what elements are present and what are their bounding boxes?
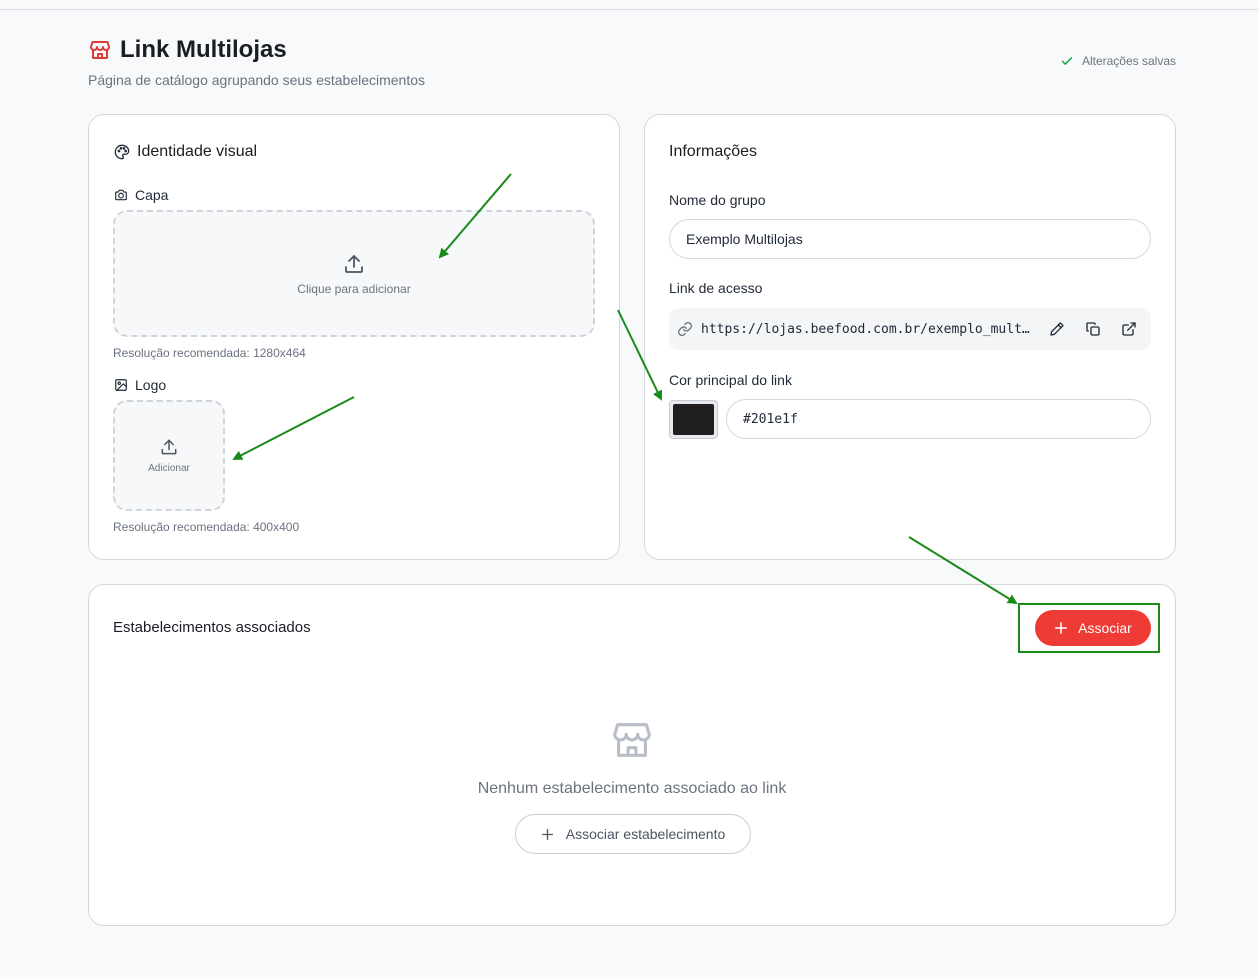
access-link-box: https://lojas.beefood.com.br/exemplo_mul…: [669, 308, 1151, 350]
cover-upload-text: Clique para adicionar: [297, 281, 411, 296]
camera-icon: [115, 189, 127, 201]
color-swatch-button[interactable]: [669, 400, 718, 439]
color-hex-input[interactable]: #201e1f: [726, 399, 1151, 439]
page-subtitle: Página de catálogo agrupando seus estabe…: [88, 72, 426, 88]
associate-button[interactable]: Associar: [1035, 610, 1151, 646]
logo-resolution-hint: Resolução recomendada: 400x400: [113, 520, 300, 534]
associate-establishment-button[interactable]: Associar estabelecimento: [515, 814, 751, 854]
associate-button-label: Associar: [1078, 620, 1132, 636]
saved-status: Alterações salvas: [1060, 54, 1176, 68]
upload-icon: [161, 439, 177, 455]
logo-upload-dropzone[interactable]: Adicionar: [113, 400, 225, 511]
logo-upload-text: Adicionar: [148, 463, 190, 474]
logo-label: Logo: [135, 377, 167, 393]
plus-icon: [541, 828, 553, 840]
page-title: Link Multilojas: [120, 36, 287, 63]
cover-label: Capa: [135, 187, 169, 203]
visual-identity-card: Identidade visual Capa Clique para adici…: [88, 114, 620, 560]
open-link-button[interactable]: [1115, 315, 1143, 343]
copy-icon: [1086, 322, 1100, 336]
pencil-icon: [1050, 322, 1064, 336]
saved-status-text: Alterações salvas: [1081, 54, 1176, 68]
copy-link-button[interactable]: [1079, 315, 1107, 343]
group-name-input[interactable]: Exemplo Multilojas: [669, 219, 1151, 259]
check-icon: [1061, 57, 1073, 65]
edit-link-button[interactable]: [1043, 315, 1071, 343]
color-swatch: [673, 404, 714, 435]
cover-resolution-hint: Resolução recomendada: 1280x464: [113, 346, 306, 360]
external-link-icon: [1122, 322, 1136, 336]
link-color-label: Cor principal do link: [669, 372, 792, 388]
visual-identity-title: Identidade visual: [137, 143, 258, 160]
associate-establishment-label: Associar estabelecimento: [565, 826, 726, 842]
establishments-card: Estabelecimentos associados Associar Nen…: [88, 584, 1176, 926]
access-link-label: Link de acesso: [669, 280, 763, 296]
info-title: Informações: [669, 143, 758, 160]
group-name-label: Nome do grupo: [669, 192, 766, 208]
palette-icon: [114, 144, 130, 160]
store-icon: [90, 41, 110, 59]
link-icon: [678, 322, 692, 336]
plus-icon: [1055, 621, 1068, 635]
upload-icon: [345, 254, 363, 273]
access-link-url[interactable]: https://lojas.beefood.com.br/exemplo_mul…: [701, 322, 1035, 337]
establishments-title: Estabelecimentos associados: [113, 619, 311, 636]
info-card: Informações Nome do grupo Exemplo Multil…: [644, 114, 1176, 560]
store-empty-icon: [613, 723, 651, 757]
empty-state-message: Nenhum estabelecimento associado ao link: [477, 780, 787, 797]
top-divider: [0, 9, 1258, 10]
image-icon: [115, 379, 127, 391]
cover-upload-dropzone[interactable]: Clique para adicionar: [113, 210, 595, 337]
